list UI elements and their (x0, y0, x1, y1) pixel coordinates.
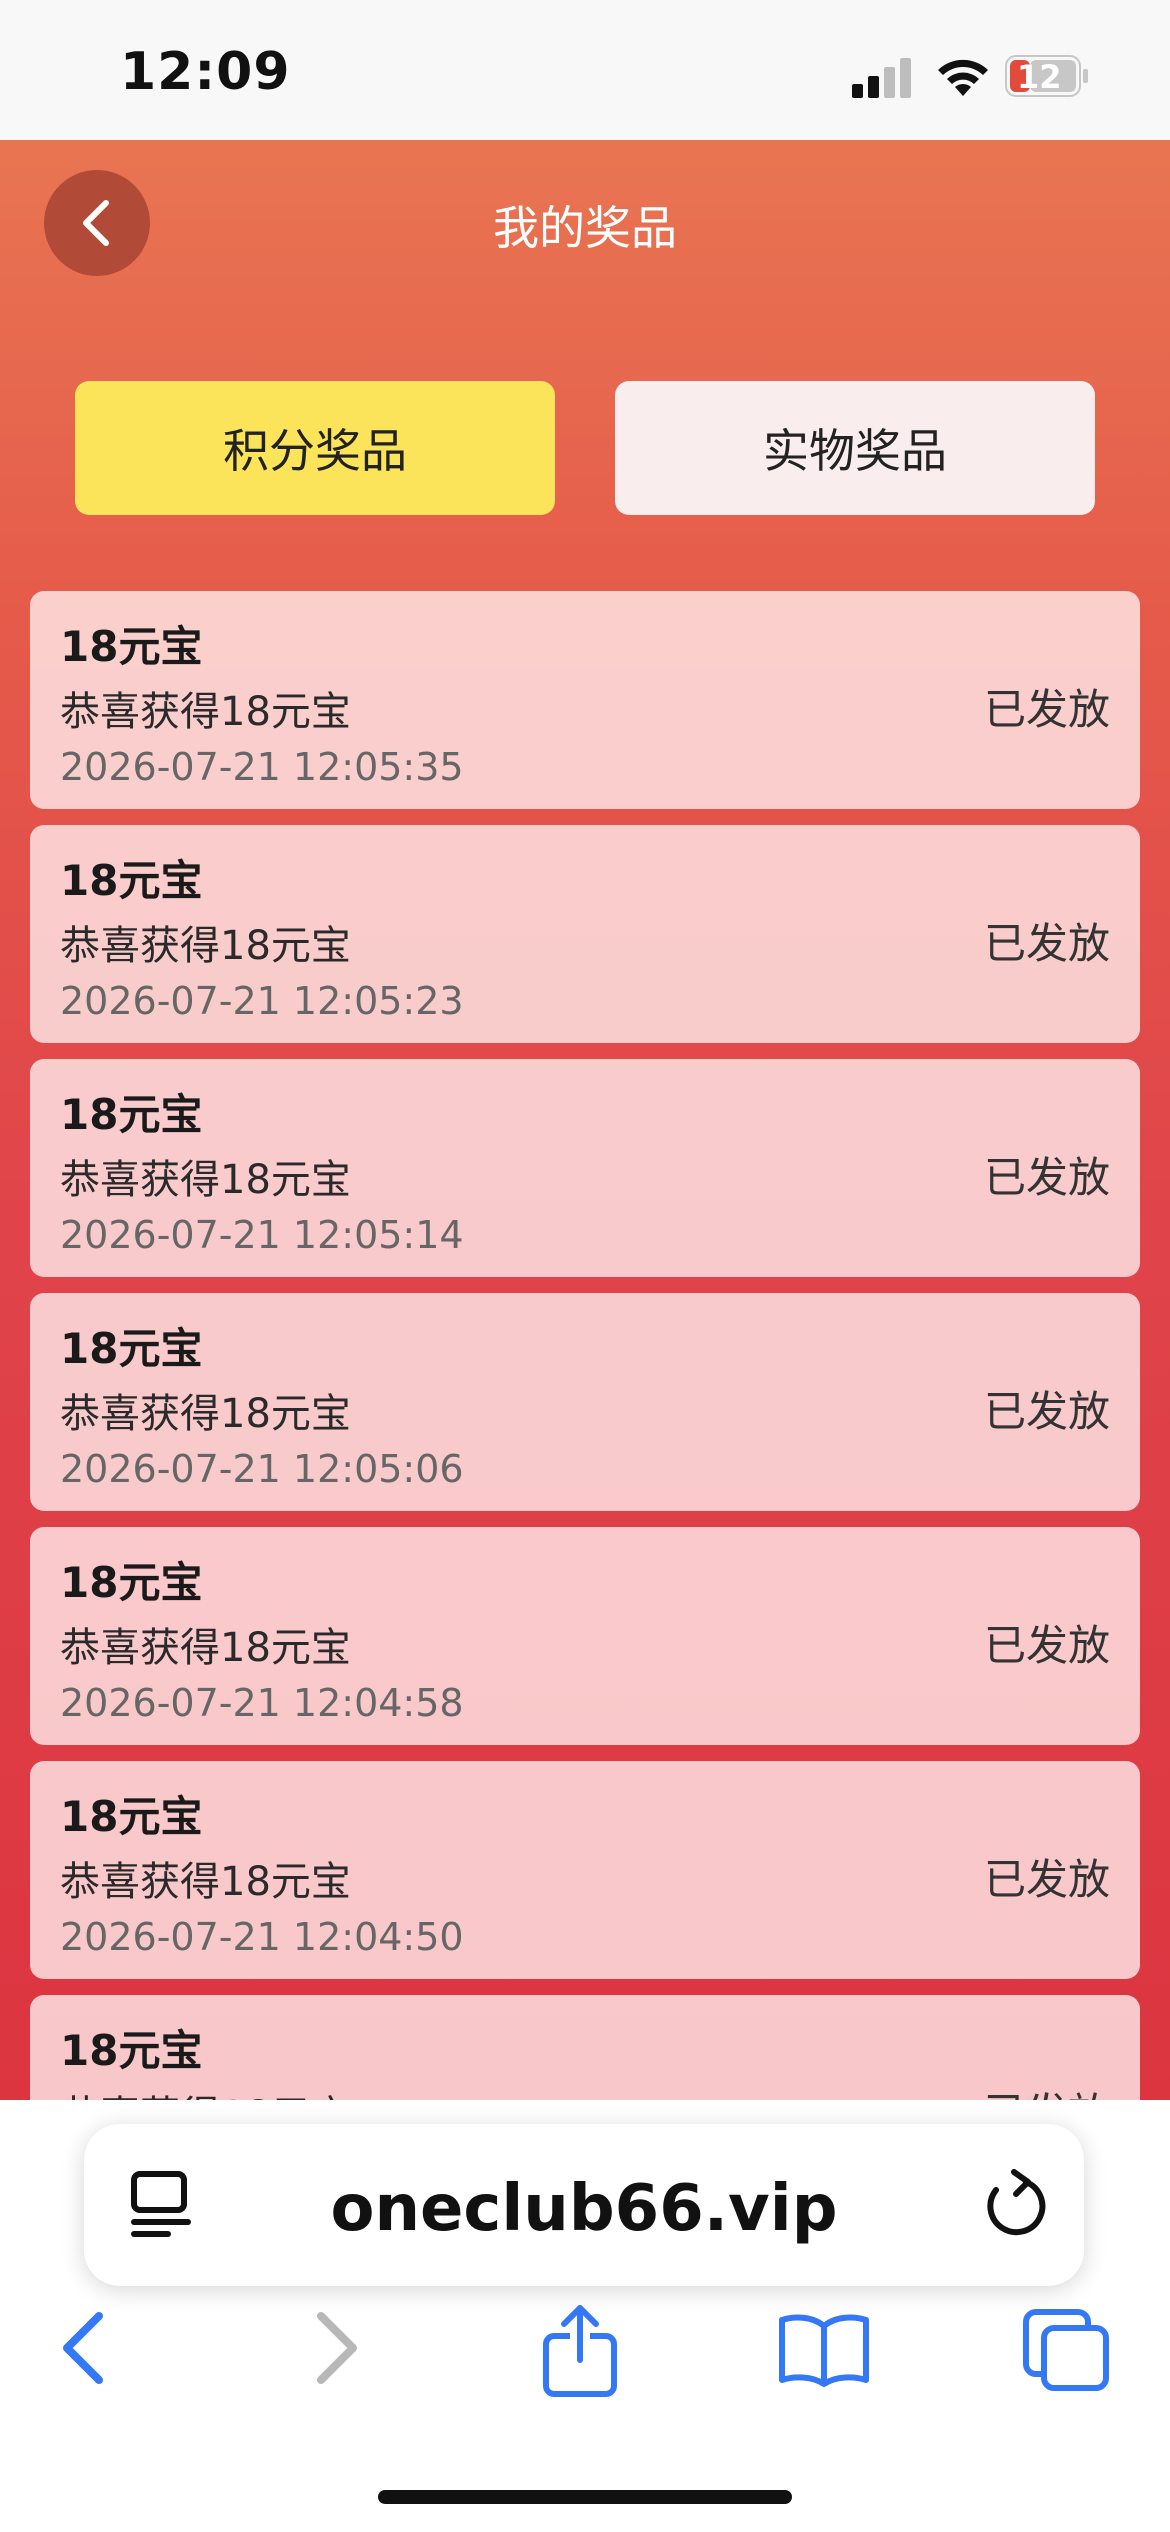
cellular-signal-icon (852, 58, 911, 98)
url-text: oneclub66.vip (330, 2172, 838, 2246)
prize-description: 恭喜获得18元宝 (60, 1391, 351, 1437)
prize-title: 18元宝 (60, 1324, 203, 1373)
tab-physical-prizes[interactable]: 实物奖品 (615, 381, 1095, 515)
prize-title: 18元宝 (60, 1792, 203, 1841)
tab-points-prizes[interactable]: 积分奖品 (75, 381, 555, 515)
prize-description: 恭喜获得18元宝 (60, 2083, 351, 2100)
prize-description: 恭喜获得18元宝 (60, 689, 351, 735)
battery-level: 12 (1017, 58, 1062, 96)
bookmarks-icon[interactable] (776, 2308, 872, 2388)
wifi-icon (938, 59, 988, 96)
prize-title: 18元宝 (60, 856, 203, 905)
status-time: 12:09 (120, 42, 291, 102)
prize-status: 已发放 (983, 1153, 1110, 1202)
prize-status: 已发放 (983, 919, 1110, 968)
prize-status: 已发放 (983, 1387, 1110, 1436)
prize-time: 2026-07-21 12:05:23 (60, 979, 464, 1023)
browser-back-icon[interactable] (55, 2308, 115, 2388)
prize-card: 18元宝 恭喜获得18元宝 2026-07-21 12:05:14 已发放 (30, 1059, 1140, 1277)
prize-status: 已发放 (983, 1855, 1110, 1904)
prize-title: 18元宝 (60, 622, 203, 671)
address-bar[interactable]: oneclub66.vip (84, 2124, 1084, 2286)
status-bar: 12:09 12 (0, 0, 1170, 140)
tab-label: 积分奖品 (223, 424, 407, 478)
prize-list: 18元宝 恭喜获得18元宝 2026-07-21 12:05:35 已发放 18… (30, 591, 1140, 2100)
prize-card: 18元宝 恭喜获得18元宝 已发放 (30, 1995, 1140, 2100)
browser-toolbar: oneclub66.vip (0, 2100, 1170, 2532)
prize-title: 18元宝 (60, 2026, 203, 2075)
prize-status: 已发放 (983, 1621, 1110, 1670)
prize-description: 恭喜获得18元宝 (60, 923, 351, 969)
prize-card: 18元宝 恭喜获得18元宝 2026-07-21 12:04:50 已发放 (30, 1761, 1140, 1979)
prize-description: 恭喜获得18元宝 (60, 1157, 351, 1203)
home-indicator (378, 2490, 792, 2504)
prize-time: 2026-07-21 12:05:14 (60, 1213, 464, 1257)
prize-title: 18元宝 (60, 1090, 203, 1139)
prize-card: 18元宝 恭喜获得18元宝 2026-07-21 12:04:58 已发放 (30, 1527, 1140, 1745)
page-title: 我的奖品 (493, 201, 677, 255)
reload-icon[interactable] (982, 2168, 1048, 2238)
prize-card: 18元宝 恭喜获得18元宝 2026-07-21 12:05:06 已发放 (30, 1293, 1140, 1511)
share-icon[interactable] (540, 2302, 620, 2398)
prize-card: 18元宝 恭喜获得18元宝 2026-07-21 12:05:35 已发放 (30, 591, 1140, 809)
prize-status: 已发放 (984, 2080, 1110, 2100)
prize-time: 2026-07-21 12:04:50 (60, 1915, 464, 1959)
prize-description: 恭喜获得18元宝 (60, 1859, 351, 1905)
prize-time: 2026-07-21 12:05:35 (60, 745, 464, 789)
prize-description: 恭喜获得18元宝 (60, 1625, 351, 1671)
battery-icon: 12 (1005, 55, 1091, 97)
tab-label: 实物奖品 (763, 424, 947, 478)
prize-time: 2026-07-21 12:04:58 (60, 1681, 464, 1725)
prize-title: 18元宝 (60, 1558, 203, 1607)
prize-time: 2026-07-21 12:05:06 (60, 1447, 464, 1491)
prize-status: 已发放 (983, 685, 1110, 734)
prize-card: 18元宝 恭喜获得18元宝 2026-07-21 12:05:23 已发放 (30, 825, 1140, 1043)
tabs-icon[interactable] (1022, 2308, 1112, 2392)
prizes-page: 我的奖品 积分奖品 实物奖品 18元宝 恭喜获得18元宝 2026-07-21 … (0, 140, 1170, 2100)
browser-forward-icon[interactable] (305, 2308, 365, 2388)
